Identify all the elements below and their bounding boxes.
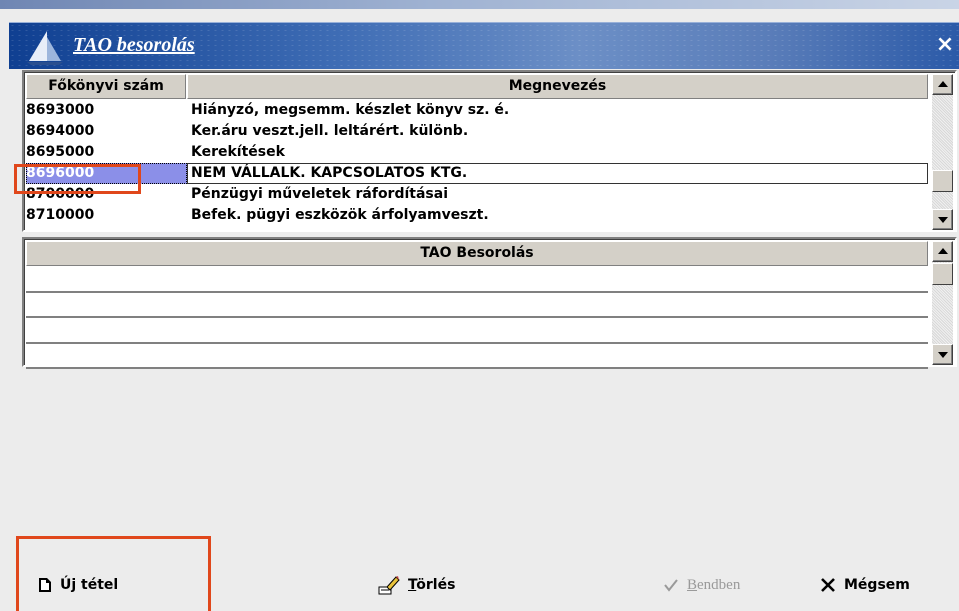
ok-label-mnemonic: B — [687, 576, 698, 593]
window-top-strip — [0, 0, 959, 9]
ok-label-rest: endben — [697, 576, 741, 593]
cancel-label: Mégsem — [844, 577, 910, 593]
account-grid[interactable]: Főkönyvi szám Megnevezés 8693000 Hiányzó… — [22, 70, 957, 232]
account-number-cell: 8694000 — [26, 123, 95, 139]
arrow-down-icon — [938, 352, 948, 358]
account-name-cell: Befek. pügyi eszközök árfolyamveszt. — [191, 207, 489, 223]
checkmark-icon — [664, 579, 678, 592]
account-name-cell: Ker.áru veszt.jell. leltárért. különb. — [191, 123, 469, 139]
account-name-cell: Pénzügyi műveletek ráfordításai — [191, 186, 449, 202]
table-row[interactable]: 8700000 Pénzügyi műveletek ráfordításai — [26, 184, 928, 205]
table-row[interactable]: 8710000 Befek. pügyi eszközök árfolyamve… — [26, 205, 928, 226]
table-row-selected[interactable]: 8696000 NEM VÁLLALK. KAPCSOLATOS KTG. — [26, 163, 928, 184]
table-row[interactable]: 8695000 Kerekítések — [26, 142, 928, 163]
account-number-cell: 8696000 — [26, 163, 187, 184]
delete-button[interactable]: Törlés — [378, 571, 455, 599]
account-name-cell: Hiányzó, megsemm. készlet könyv sz. é. — [191, 102, 510, 118]
delete-label-rest: örlés — [416, 577, 456, 593]
column-header-name[interactable]: Megnevezés — [187, 74, 928, 99]
account-grid-scrollbar[interactable] — [932, 74, 953, 230]
column-header-account-number[interactable]: Főkönyvi szám — [26, 74, 186, 99]
account-name-cell: NEM VÁLLALK. KAPCSOLATOS KTG. — [187, 163, 928, 184]
scroll-thumb[interactable] — [932, 170, 953, 192]
table-row[interactable] — [26, 267, 928, 293]
scroll-up-button[interactable] — [932, 74, 953, 95]
scroll-down-button[interactable] — [932, 209, 953, 230]
scroll-down-button[interactable] — [932, 344, 953, 365]
scroll-thumb[interactable] — [932, 263, 953, 285]
tao-grid-rows — [26, 267, 928, 369]
arrow-up-icon — [938, 248, 948, 254]
new-item-label: Új tétel — [60, 577, 119, 593]
close-button[interactable]: × — [933, 33, 957, 57]
x-icon — [821, 578, 835, 592]
account-number-cell: 8700000 — [26, 186, 95, 202]
account-number-cell: 8710000 — [26, 207, 95, 223]
scroll-up-button[interactable] — [932, 241, 953, 262]
column-header-tao[interactable]: TAO Besorolás — [26, 241, 928, 266]
pencil-eraser-icon — [378, 576, 400, 595]
account-name-cell: Kerekítések — [191, 144, 285, 160]
account-number-cell: 8695000 — [26, 144, 95, 160]
arrow-up-icon — [938, 81, 948, 87]
document-icon — [39, 578, 51, 592]
delete-label-mnemonic: T — [408, 577, 417, 593]
table-row[interactable] — [26, 318, 928, 344]
account-grid-rows: 8693000 Hiányzó, megsemm. készlet könyv … — [26, 100, 928, 231]
arrow-down-icon — [938, 217, 948, 223]
delete-label: Törlés — [408, 577, 455, 593]
cancel-button[interactable]: Mégsem — [820, 571, 910, 599]
table-row[interactable]: 8693000 Hiányzó, megsemm. készlet könyv … — [26, 100, 928, 121]
ok-label: Bendben — [687, 577, 740, 594]
sail-logo-icon — [27, 31, 63, 65]
table-row[interactable] — [26, 344, 928, 369]
table-row[interactable]: 8694000 Ker.áru veszt.jell. leltárért. k… — [26, 121, 928, 142]
tao-grid[interactable]: TAO Besorolás — [22, 237, 957, 369]
ok-button[interactable]: Bendben — [663, 571, 740, 599]
new-item-button[interactable]: Új tétel — [38, 571, 118, 599]
title-bar[interactable]: TAO besorolás × — [9, 22, 959, 69]
tao-grid-scrollbar[interactable] — [932, 241, 953, 365]
table-row[interactable] — [26, 293, 928, 318]
account-number-cell: 8693000 — [26, 102, 95, 118]
window-title: TAO besorolás — [73, 34, 195, 56]
